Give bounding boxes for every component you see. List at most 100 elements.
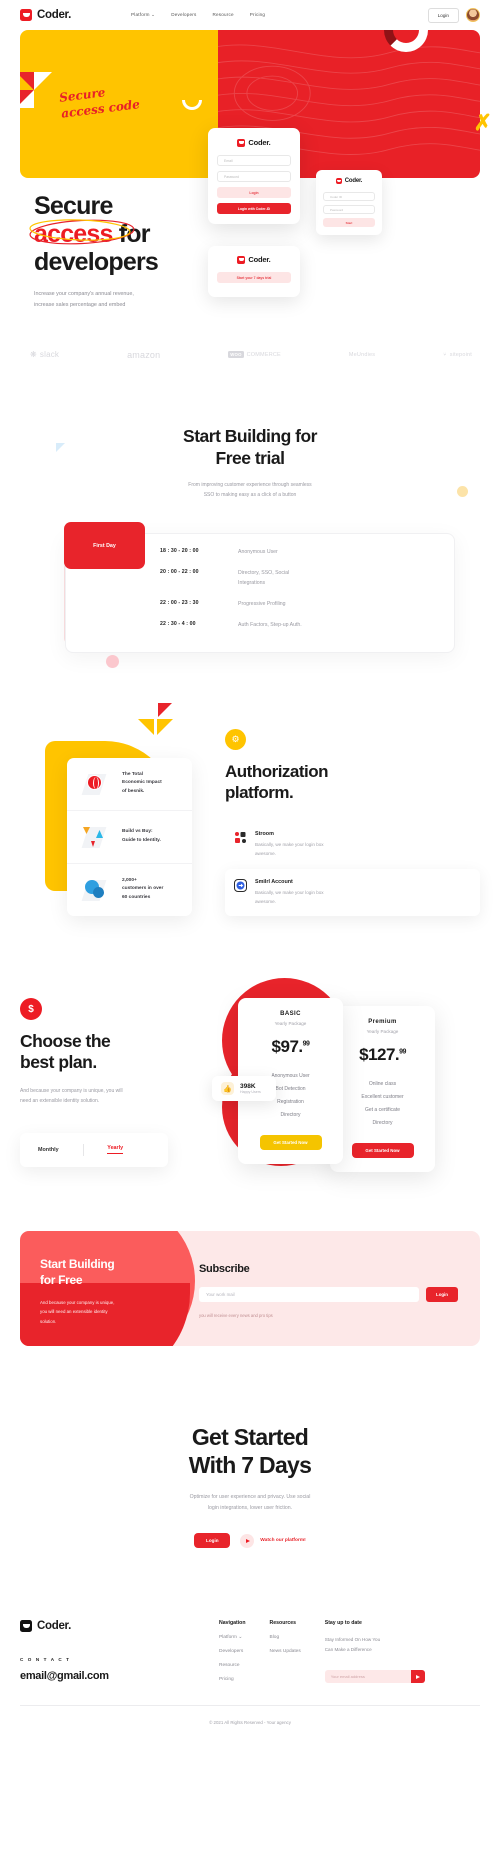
footer-link-pricing[interactable]: Pricing	[219, 1677, 246, 1682]
logo-sitepoint: ⑂ sitepoint	[443, 351, 472, 358]
row-time: 18 : 30 - 20 : 00	[160, 548, 199, 555]
footer-link-blog[interactable]: Blog	[270, 1635, 301, 1640]
email-input[interactable]: Email	[217, 155, 291, 166]
list-item[interactable]: Build vs Buy: Guide to Identity.	[67, 811, 192, 864]
coder-logo-icon	[237, 255, 246, 264]
hero-section: Secure access code ✗ Coder. Email Passwo…	[0, 30, 500, 312]
plan-cta-button[interactable]: Get Started Now	[351, 1143, 414, 1159]
login-button[interactable]: Login	[427, 7, 459, 23]
happy-users-badge: 👍 398K Happy Users	[212, 1076, 276, 1102]
day-tab-first[interactable]: First Day	[64, 522, 145, 570]
billing-toggle: Monthly Yearly	[20, 1132, 168, 1167]
section-subtitle: Optimize for user experience and privacy…	[189, 1494, 311, 1512]
pricing-copy: $ Choose the best plan. And because your…	[20, 976, 210, 1176]
plan-feature: Directory	[372, 1120, 393, 1127]
footer-link-news-updates[interactable]: News Updates	[270, 1649, 301, 1654]
footer-link-developers[interactable]: Developers	[219, 1649, 246, 1654]
free-trial-section: Start Building for Free trial From impro…	[0, 426, 500, 668]
toggle-yearly[interactable]: Yearly	[107, 1145, 124, 1155]
subscribe-title: Subscribe	[199, 1263, 250, 1276]
nav-item-platform[interactable]: Platform ⌄	[131, 12, 155, 18]
happy-users-label: Happy Users	[240, 1090, 261, 1095]
hero-script-text: Secure access code	[58, 85, 141, 121]
nav-item-resource[interactable]: Resource	[212, 12, 233, 18]
subscribe-submit-button[interactable]: Login	[426, 1287, 458, 1303]
section-title: Authorization platform.	[225, 761, 329, 802]
feature-item-smilrl-account[interactable]: Smilrl Account Basically, we make your l…	[225, 868, 480, 917]
card-trial-button[interactable]: Start your 7 days trial	[217, 272, 291, 283]
triangles-icon	[77, 823, 113, 851]
stroom-icon	[234, 831, 247, 844]
card-login-button[interactable]: Login	[217, 187, 291, 198]
triangle-decoration	[20, 72, 52, 113]
gears-icon	[77, 876, 113, 904]
feature-desc: Basically, we make your login box awesom…	[255, 842, 324, 857]
plan-price: $127.99	[359, 1045, 406, 1065]
newsletter-email-input[interactable]: Your email address	[324, 1670, 411, 1684]
feature-item-stroom[interactable]: Stroom Basically, we make your login box…	[225, 821, 480, 868]
footer-brand-logo[interactable]: Coder.	[20, 1620, 195, 1633]
day-tab-second[interactable]: Second Day	[89, 579, 119, 585]
landing-page: Coder. Platform ⌄ Developers Resource Pr…	[0, 0, 500, 1741]
subscribe-paragraph: And because your company is unique, you …	[40, 1300, 115, 1324]
globe-icon	[77, 770, 113, 798]
login-card-trial: Coder. Start your 7 days trial	[208, 246, 300, 297]
section-subtitle: From improving customer experience throu…	[188, 482, 312, 499]
dollar-icon: $	[20, 998, 42, 1021]
coder-id-input[interactable]: Coder ID	[323, 192, 375, 201]
subscribe-heading: Start Building for Free	[40, 1257, 115, 1287]
nav-item-pricing[interactable]: Pricing	[250, 12, 265, 18]
card-start-button[interactable]: Start	[323, 218, 375, 227]
feature-desc: Basically, we make your login box awesom…	[255, 889, 324, 904]
table-row: 22 : 00 - 23 : 30 Progressive Profiling	[160, 600, 444, 610]
pricing-section: $ Choose the best plan. And because your…	[0, 976, 500, 1176]
row-label: Directory, SSO, Social Integrations	[238, 570, 290, 587]
password-input[interactable]: Password	[323, 205, 375, 214]
nav-links: Platform ⌄ Developers Resource Pricing	[131, 12, 265, 18]
footer: Coder. C O N T A C T email@gmail.com Nav…	[0, 1620, 500, 1741]
plan-feature: Get a certificate	[364, 1107, 400, 1114]
watch-platform-button[interactable]: Watch our platform!	[240, 1533, 306, 1548]
newsletter-form: Your email address	[324, 1670, 425, 1684]
nav-item-developers[interactable]: Developers	[171, 12, 196, 18]
plan-cta-button[interactable]: Get Started Now	[259, 1135, 322, 1151]
triangle-pair-decoration	[138, 718, 173, 735]
card-brand: Coder.	[217, 255, 291, 264]
get-started-login-button[interactable]: Login	[194, 1533, 231, 1549]
row-time: 20 : 00 - 22 : 00	[160, 569, 199, 576]
subscribe-banner: Start Building for Free And because your…	[20, 1231, 480, 1347]
card-brand-name: Coder.	[248, 138, 271, 147]
triangle-decoration	[56, 442, 65, 452]
newsletter-submit-button[interactable]	[410, 1670, 425, 1684]
brand-name: Coder.	[37, 9, 71, 21]
row-label: Progressive Profiling	[238, 601, 286, 608]
brand-logo[interactable]: Coder.	[20, 9, 71, 21]
navbar: Coder. Platform ⌄ Developers Resource Pr…	[0, 0, 500, 30]
slack-icon: ❋	[30, 350, 37, 360]
list-item[interactable]: 2,000+ customers in over 60 countries	[67, 864, 192, 916]
brand-logos-row: ❋ slack amazon WOO COMMERCE MeUndies ⑂ s…	[0, 312, 500, 360]
toggle-monthly[interactable]: Monthly	[38, 1147, 59, 1153]
section-title: Get Started With 7 Days	[188, 1424, 312, 1478]
plan-card-premium: Premium Yearly Package $127.99 Online cl…	[330, 1006, 435, 1173]
headline-highlight: access	[29, 219, 135, 248]
footer-link-resource[interactable]: Resource	[219, 1663, 246, 1668]
plan-price: $97.99	[271, 1037, 310, 1057]
section-title: Choose the best plan.	[20, 1031, 111, 1073]
footer-column-navigation: Navigation Platform ⌄ Developers Resourc…	[219, 1620, 246, 1683]
row-label: Auth Factors, Step-up Auth.	[238, 621, 302, 628]
password-input[interactable]: Password	[217, 171, 291, 182]
subscribe-email-input[interactable]: Your work mail	[199, 1287, 419, 1303]
coder-logo-icon	[237, 138, 246, 147]
footer-column-newsletter: Stay up to date Stay Informed On How You…	[324, 1620, 425, 1684]
divider	[82, 1143, 84, 1156]
list-item[interactable]: The Total Economic Impact of besnik.	[67, 758, 192, 811]
authorization-visual: The Total Economic Impact of besnik. Bui…	[20, 702, 215, 916]
avatar[interactable]	[466, 8, 480, 22]
day-tab-third[interactable]: Third Day	[92, 621, 116, 627]
contact-email[interactable]: email@gmail.com	[20, 1670, 195, 1682]
subscribe-note: you will receive every news and pro tips	[199, 1313, 273, 1319]
footer-link-platform[interactable]: Platform ⌄	[219, 1635, 246, 1640]
card-sso-button[interactable]: Login with Coder-ID	[217, 203, 291, 214]
authorization-copy: ⚙ Authorization platform. Stroom Basical…	[215, 723, 480, 917]
